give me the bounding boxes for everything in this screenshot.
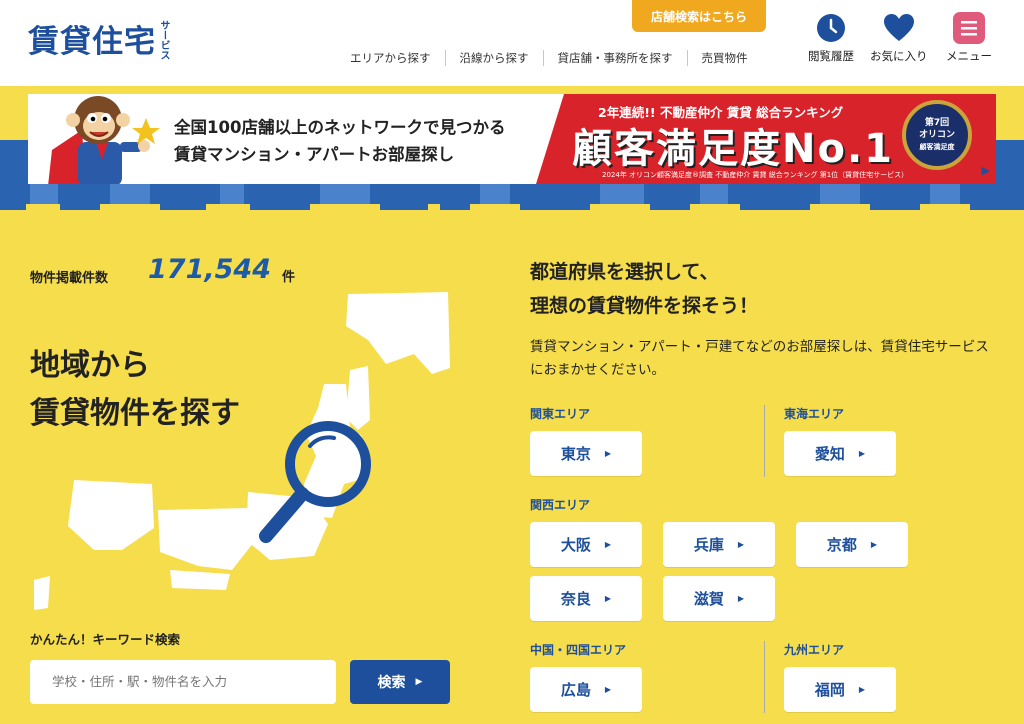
banner-line-1: 全国100店舗以上のネットワークで見つかる [174,118,506,137]
listing-count-unit: 件 [282,270,296,285]
heart-icon [883,12,915,44]
history-label: 閲覧履歴 [808,49,854,63]
favorites-label: お気に入り [870,49,928,63]
japan-map-illustration[interactable] [28,288,468,618]
prefecture-heading-line-2: 理想の賃貸物件を探そう！ [530,295,759,317]
logo-main-text: 賃貸住宅 [28,24,156,60]
store-search-button[interactable]: 店舗検索はこちら [632,0,766,32]
area-label-kansai: 関西エリア [530,498,591,512]
menu-icon [953,12,985,44]
nav-line-search[interactable]: 沿線から探す [444,50,543,66]
clock-icon [815,12,847,44]
prefecture-description: 賃貸マンション・アパート・戸建てなどのお部屋探しは、賃貸住宅サービスにおまかせく… [530,339,989,378]
pref-button-aichi[interactable]: 愛知 ▶ [784,431,896,476]
area-divider [764,405,765,477]
prefecture-heading: 都道府県を選択して、 理想の賃貸物件を探そう！ [530,255,758,323]
play-arrow-icon: ▶ [737,594,745,603]
pref-button-hiroshima[interactable]: 広島 ▶ [530,667,642,712]
site-logo[interactable]: 賃貸住宅 サービス [28,16,169,61]
banner-line-2: 賃貸マンション・アパートお部屋探し [174,145,455,164]
area-label-kanto: 関東エリア [530,407,591,421]
listing-count-value: 171,544 [148,254,271,285]
play-arrow-icon: ▶ [604,449,612,458]
pref-label: 大阪 [560,536,591,554]
medal-top-text: 第7回 [924,118,950,128]
region-search-title: 地域から 賃貸物件を探す [30,342,240,438]
monkey-mascot-icon [48,96,160,184]
pref-button-tokyo[interactable]: 東京 ▶ [530,431,642,476]
pref-button-nara[interactable]: 奈良 ▶ [530,576,642,621]
menu-label: メニュー [946,49,992,63]
pref-label: 愛知 [814,445,845,463]
banner-copy: 全国100店舗以上のネットワークで見つかる 賃貸マンション・アパートお部屋探し [174,114,505,168]
region-title-line-2: 賃貸物件を探す [30,396,240,431]
pref-label: 東京 [560,445,591,463]
play-arrow-icon: ▶ [870,540,878,549]
play-arrow-icon: ▶ [415,677,423,687]
pref-label: 福岡 [814,681,845,699]
pref-label: 奈良 [560,590,591,608]
listing-count-label: 物件掲載件数 [30,271,109,286]
keyword-search-button[interactable]: 検索 ▶ [350,660,450,704]
play-arrow-icon: ▶ [604,540,612,549]
ranking-note: 2024年 オリコン顧客満足度®調査 不動産仲介 賃貸 総合ランキング 第1位（… [602,171,909,179]
pref-button-osaka[interactable]: 大阪 ▶ [530,522,642,567]
ranking-title: 顧客満足度No.1 [572,126,894,172]
site-header: 賃貸住宅 サービス 店舗検索はこちら エリアから探す 沿線から探す 貸店舗・事務… [0,0,1024,86]
area-label-tokai: 東海エリア [784,407,845,421]
nav-sale-properties[interactable]: 売買物件 [686,50,762,66]
pref-label: 広島 [560,681,591,699]
pref-button-shiga[interactable]: 滋賀 ▶ [663,576,775,621]
play-arrow-icon: ▶ [858,685,866,694]
pref-button-kyoto[interactable]: 京都 ▶ [796,522,908,567]
pref-button-fukuoka[interactable]: 福岡 ▶ [784,667,896,712]
play-arrow-icon: ▶ [858,449,866,458]
menu-button[interactable]: メニュー [946,12,992,64]
region-title-line-1: 地域から [30,348,150,383]
oricon-medal-icon: 第7回 オリコン 顧客満足度 [902,100,972,170]
nav-store-office-search[interactable]: 貸店舗・事務所を探す [542,50,687,66]
main-nav: エリアから探す 沿線から探す 貸店舗・事務所を探す 売買物件 [336,50,762,66]
search-button-label: 検索 [377,675,406,691]
logo-sub-text: サービス [158,20,169,60]
area-label-chushikoku: 中国・四国エリア [530,643,627,657]
promo-banner[interactable]: 全国100店舗以上のネットワークで見つかる 賃貸マンション・アパートお部屋探し … [28,94,996,184]
play-arrow-icon: ▶ [604,594,612,603]
medal-bottom-text: 顧客満足度 [919,143,955,151]
play-arrow-icon: ▶ [604,685,612,694]
banner-arrow-icon: ▶ [981,164,990,177]
prefecture-heading-line-1: 都道府県を選択して、 [530,261,719,283]
pref-label: 兵庫 [693,536,724,554]
history-button[interactable]: 閲覧履歴 [808,12,854,64]
pref-label: 京都 [826,536,857,554]
keyword-search-input[interactable] [30,660,336,704]
medal-mid-text: オリコン [918,130,955,140]
favorites-button[interactable]: お気に入り [870,12,928,64]
keyword-search-label: かんたん！キーワード検索 [30,632,181,647]
area-divider [764,641,765,713]
nav-area-search[interactable]: エリアから探す [336,50,445,66]
pref-label: 滋賀 [693,590,724,608]
area-label-kyushu: 九州エリア [784,643,845,657]
play-arrow-icon: ▶ [737,540,745,549]
ranking-badge: 2年連続!! 不動産仲介 賃貸 総合ランキング 顧客満足度No.1 2024年 … [536,94,996,184]
pref-button-hyogo[interactable]: 兵庫 ▶ [663,522,775,567]
